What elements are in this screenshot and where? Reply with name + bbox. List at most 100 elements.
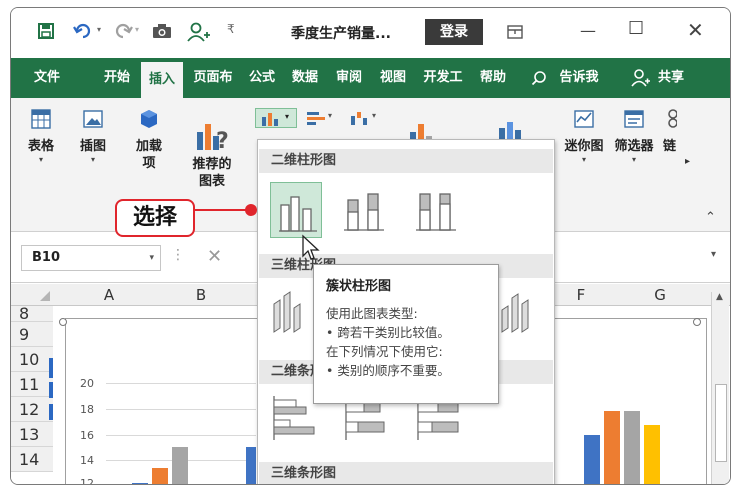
tab-file[interactable]: 文件 [23, 58, 71, 98]
illustrations-caret-icon: ▾ [90, 155, 95, 164]
redo-icon[interactable] [111, 22, 133, 40]
chart-option-3d-clustered-column[interactable] [270, 288, 314, 336]
scroll-up-icon[interactable]: ▲ [716, 292, 723, 302]
column-header-a[interactable]: A [69, 284, 149, 306]
chart-bar [172, 447, 188, 484]
row-highlight-marker [49, 382, 53, 398]
chart-axis-14: 14 [80, 454, 94, 467]
row-header-10[interactable]: 10 [11, 347, 53, 372]
link-icon [668, 109, 677, 128]
name-box[interactable]: B10 ▾ [21, 245, 161, 271]
column-chart-button[interactable]: ▾ [255, 108, 297, 128]
row-header-12[interactable]: 12 [11, 397, 53, 422]
sparklines-icon [574, 110, 594, 128]
addins-label-2: 项 [142, 156, 156, 171]
tooltip-line-1: 使用此图表类型: [326, 306, 418, 321]
row-highlight-marker [49, 404, 53, 420]
section-header-2d-column: 二维柱形图 [259, 149, 553, 173]
tell-me-box[interactable]: 告诉我 [551, 58, 607, 98]
column-header-b[interactable]: B [153, 284, 249, 306]
save-icon[interactable] [37, 22, 55, 40]
filter-icon [624, 110, 644, 128]
links-button[interactable]: 链 [663, 108, 685, 208]
callout-dot [245, 204, 257, 216]
name-box-value: B10 [32, 250, 60, 265]
row-header-11[interactable]: 11 [11, 372, 53, 397]
tab-data[interactable]: 数据 [285, 58, 325, 98]
row-header-9[interactable]: 9 [11, 322, 53, 347]
ribbon-display-icon[interactable] [507, 24, 523, 40]
camera-icon[interactable] [151, 22, 173, 40]
tooltip-line-2: • 跨若干类别比较值。 [326, 325, 450, 340]
mouse-cursor-icon [302, 234, 320, 260]
tab-view[interactable]: 视图 [373, 58, 413, 98]
row-header-13[interactable]: 13 [11, 422, 53, 447]
tab-developer[interactable]: 开发工 [417, 58, 469, 98]
table-icon [31, 109, 51, 129]
collapse-ribbon-icon[interactable]: ⌃ [705, 210, 716, 225]
tab-help[interactable]: 帮助 [473, 58, 513, 98]
select-all-icon[interactable] [39, 290, 51, 302]
chart-bar [152, 468, 168, 484]
share-user-icon[interactable] [631, 68, 651, 88]
ribbon-more-icon[interactable]: ▸ [685, 156, 690, 167]
scrollbar-thumb[interactable] [715, 384, 727, 462]
column-header-g[interactable]: G [615, 284, 705, 306]
illustrations-button[interactable]: 插图 ▾ [73, 108, 113, 208]
chart-bar [246, 447, 256, 484]
undo-dropdown-icon[interactable]: ▾ [97, 25, 101, 34]
column-chart-icon [262, 113, 278, 126]
tab-insert[interactable]: 插入 [141, 62, 183, 98]
tab-formulas[interactable]: 公式 [243, 58, 281, 98]
redo-dropdown-icon[interactable]: ▾ [135, 25, 139, 34]
share-button[interactable]: 共享 [651, 58, 691, 98]
chart-option-stacked-column[interactable] [342, 190, 388, 234]
chart-resize-handle[interactable] [693, 318, 701, 326]
customize-toolbar-icon[interactable]: ₹ [227, 22, 235, 36]
column-chart-caret-icon: ▾ [285, 112, 290, 121]
recommended-charts-label-1: 推荐的 [192, 157, 232, 172]
name-box-dropdown-icon[interactable]: ▾ [149, 246, 154, 270]
vertical-scrollbar[interactable]: ▲ [711, 292, 729, 484]
addins-button[interactable]: 加载 项 [129, 108, 169, 208]
gridline [106, 409, 256, 410]
excel-window: ▾ ▾ ₹ 季度生产销量... 登录 — ☐ ✕ 文件 开始 插入 页面布 公式… [10, 7, 731, 485]
undo-icon[interactable] [73, 22, 95, 40]
minimize-icon[interactable]: — [580, 21, 596, 40]
maximize-icon[interactable]: ☐ [628, 18, 644, 39]
close-icon[interactable]: ✕ [687, 18, 704, 42]
filters-caret-icon: ▾ [631, 155, 636, 164]
chart-resize-handle[interactable] [59, 318, 67, 326]
table-button[interactable]: 表格 ▾ [21, 108, 61, 208]
column-header-f[interactable]: F [551, 284, 611, 306]
ribbon-tab-bar: 文件 开始 插入 页面布 公式 数据 审阅 视图 开发工 帮助 告诉我 共享 [11, 58, 730, 98]
chart-option-100-stacked-column[interactable] [414, 190, 460, 234]
chart-tooltip: 簇状柱形图 使用此图表类型: • 跨若干类别比较值。 在下列情况下使用它: • … [313, 264, 499, 404]
search-icon[interactable] [531, 70, 547, 86]
chart-axis-16: 16 [80, 429, 94, 442]
bar-chart-button[interactable]: ▾ [301, 108, 341, 128]
cancel-formula-icon[interactable]: ✕ [207, 246, 222, 267]
illustrations-icon [83, 110, 103, 128]
waterfall-chart-button[interactable]: ▾ [345, 108, 385, 128]
row-header-14[interactable]: 14 [11, 447, 53, 472]
filters-button[interactable]: 筛选器 ▾ [609, 108, 659, 208]
user-icon[interactable] [187, 22, 211, 42]
recommended-charts-button[interactable]: ? 推荐的 图表 [181, 108, 243, 208]
tab-home[interactable]: 开始 [97, 58, 137, 98]
chart-option-clustered-column[interactable] [270, 182, 322, 238]
waterfall-chart-icon [351, 112, 367, 125]
sparklines-button[interactable]: 迷你图 ▾ [559, 108, 609, 208]
chart-option-3d-column[interactable] [498, 288, 542, 336]
table-caret-icon: ▾ [38, 155, 43, 164]
login-button[interactable]: 登录 [425, 19, 483, 45]
table-label: 表格 [27, 139, 54, 154]
tab-review[interactable]: 审阅 [329, 58, 369, 98]
expand-formula-bar-icon[interactable]: ▾ [711, 249, 716, 260]
row-header-8[interactable]: 8 [11, 306, 53, 322]
chart-axis-20: 20 [80, 377, 94, 390]
chart-option-clustered-bar[interactable] [270, 394, 318, 442]
tooltip-line-4: • 类别的顺序不重要。 [326, 363, 450, 378]
tab-page-layout[interactable]: 页面布 [187, 58, 239, 98]
section-header-3d-bar: 三维条形图 [259, 462, 553, 484]
